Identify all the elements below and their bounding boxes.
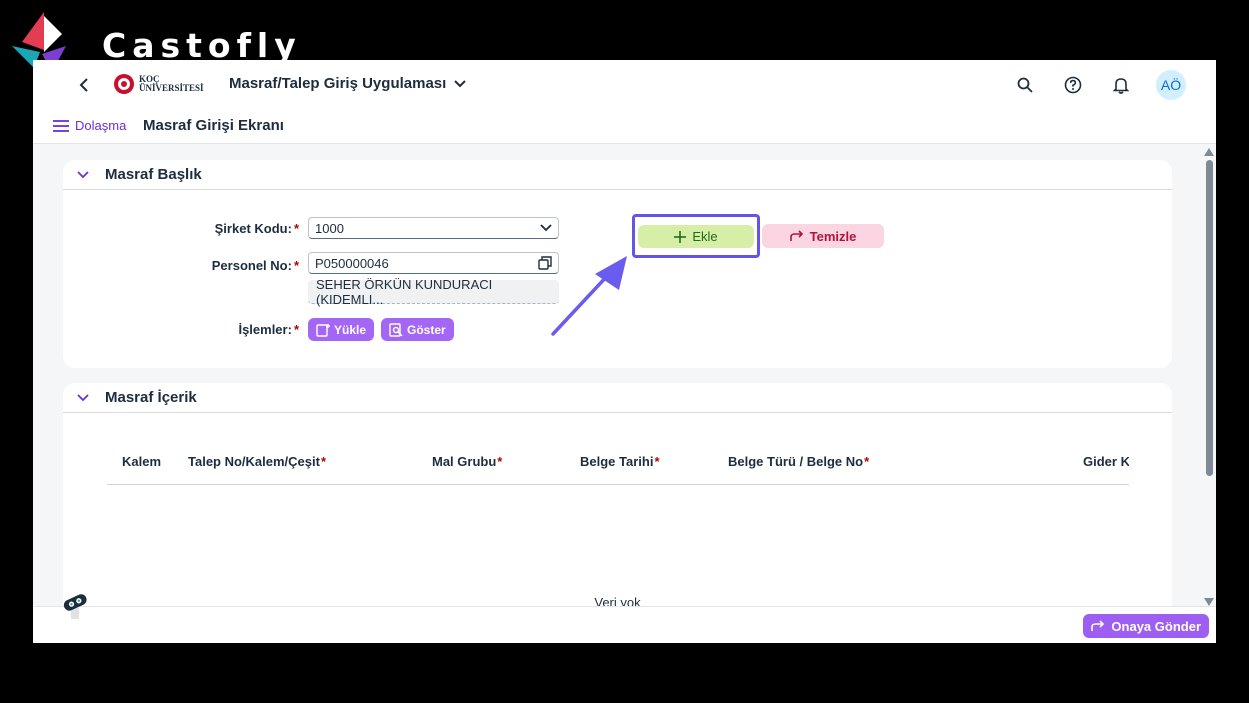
expense-content-panel: Masraf İçerik Kalem Talep No/Kalem/Çeşit… bbox=[63, 383, 1172, 623]
help-button[interactable] bbox=[1060, 72, 1086, 98]
collapse-content-panel-button[interactable] bbox=[77, 393, 89, 402]
submit-for-approval-button[interactable]: Onaya Gönder bbox=[1083, 614, 1209, 638]
submit-button-label: Onaya Gönder bbox=[1111, 618, 1201, 634]
column-header-expense[interactable]: Gider Ka bbox=[1083, 454, 1129, 469]
footer-toolbar: Onaya Gönder bbox=[33, 606, 1216, 643]
search-icon bbox=[1017, 77, 1033, 93]
column-header-document-type[interactable]: Belge Türü / Belge No bbox=[728, 454, 869, 469]
required-mark: * bbox=[293, 258, 299, 273]
company-code-label-text: Şirket Kodu: bbox=[214, 221, 292, 236]
column-header-request-no[interactable]: Talep No/Kalem/Çeşit bbox=[188, 454, 326, 469]
load-button[interactable]: Yükle bbox=[308, 318, 375, 341]
personnel-number-label: Personel No: * bbox=[159, 258, 299, 273]
upload-icon bbox=[316, 323, 330, 337]
forward-arrow-icon bbox=[1091, 620, 1105, 631]
column-header-clip: Gider Ka bbox=[1083, 454, 1129, 469]
plus-icon bbox=[674, 230, 687, 243]
shell-bar: KOÇ ÜNİVERSİTESİ Masraf/Talep Giriş Uygu… bbox=[33, 60, 1216, 108]
search-button[interactable] bbox=[1012, 72, 1038, 98]
clear-button[interactable]: Temizle bbox=[762, 224, 884, 248]
chevron-down-icon bbox=[77, 170, 89, 178]
user-avatar[interactable]: AÖ bbox=[1156, 70, 1186, 100]
required-mark: * bbox=[293, 322, 299, 337]
notifications-button[interactable] bbox=[1108, 72, 1134, 98]
page-title: Masraf Girişi Ekranı bbox=[143, 117, 284, 134]
expense-header-panel-header: Masraf Başlık bbox=[63, 160, 1172, 190]
menu-icon bbox=[53, 119, 69, 132]
clear-button-label: Temizle bbox=[809, 228, 857, 244]
scroll-up-icon[interactable] bbox=[1204, 148, 1214, 156]
koc-emblem-icon bbox=[114, 74, 134, 94]
personnel-number-label-text: Personel No: bbox=[211, 258, 292, 273]
show-button[interactable]: Göster bbox=[381, 318, 454, 341]
column-header-document-date[interactable]: Belge Tarihi bbox=[580, 454, 660, 469]
scrollbar-thumb[interactable] bbox=[1206, 160, 1213, 476]
load-button-label: Yükle bbox=[334, 322, 367, 337]
chevron-down-icon[interactable] bbox=[540, 224, 552, 232]
assistant-bot-icon[interactable] bbox=[61, 590, 89, 620]
shell-actions: AÖ bbox=[1012, 70, 1186, 100]
company-code-select[interactable]: 1000 bbox=[308, 217, 559, 239]
personnel-name-display: SEHER ÖRKÜN KUNDURACI (KIDEMLI... bbox=[308, 277, 559, 307]
company-code-value: 1000 bbox=[315, 220, 344, 236]
personnel-number-input[interactable]: P050000046 bbox=[308, 252, 559, 274]
company-code-label: Şirket Kodu: * bbox=[159, 221, 299, 236]
column-header-material-group[interactable]: Mal Grubu bbox=[432, 454, 502, 469]
redo-arrow-icon bbox=[789, 230, 803, 241]
personnel-number-value: P050000046 bbox=[315, 255, 389, 271]
search-document-icon bbox=[389, 322, 403, 337]
tutorial-arrow-icon bbox=[551, 256, 627, 336]
show-button-label: Göster bbox=[407, 322, 446, 337]
navigation-label: Dolaşma bbox=[75, 118, 127, 133]
app-window: KOÇ ÜNİVERSİTESİ Masraf/Talep Giriş Uygu… bbox=[33, 60, 1216, 643]
operations-label-text: İşlemler: bbox=[238, 322, 292, 337]
expense-header-title: Masraf Başlık bbox=[105, 166, 202, 183]
add-button[interactable]: Ekle bbox=[638, 225, 754, 248]
required-mark: * bbox=[293, 221, 299, 236]
help-icon bbox=[1064, 76, 1082, 94]
table-header-divider bbox=[107, 484, 1129, 485]
app-title-menu[interactable]: Masraf/Talep Giriş Uygulaması bbox=[229, 74, 467, 94]
operations-label: İşlemler: * bbox=[159, 322, 299, 337]
logo-line-2: ÜNİVERSİTESİ bbox=[139, 83, 204, 93]
expense-content-title: Masraf İçerik bbox=[105, 389, 197, 406]
column-header-item[interactable]: Kalem bbox=[122, 454, 161, 469]
collapse-header-panel-button[interactable] bbox=[77, 170, 89, 179]
koc-university-logo: KOÇ ÜNİVERSİTESİ bbox=[113, 73, 204, 95]
add-button-label: Ekle bbox=[692, 229, 718, 244]
chevron-down-icon bbox=[77, 393, 89, 401]
back-button[interactable] bbox=[73, 74, 95, 96]
sub-header: Dolaşma Masraf Girişi Ekranı bbox=[33, 108, 1216, 144]
scroll-down-icon[interactable] bbox=[1204, 598, 1214, 606]
navigation-button[interactable]: Dolaşma bbox=[53, 118, 126, 133]
app-title: Masraf/Talep Giriş Uygulaması bbox=[229, 75, 447, 92]
expense-content-panel-header: Masraf İçerik bbox=[63, 383, 1172, 413]
chevron-left-icon bbox=[79, 78, 88, 92]
bell-icon bbox=[1113, 78, 1129, 94]
chevron-down-icon bbox=[454, 80, 467, 88]
